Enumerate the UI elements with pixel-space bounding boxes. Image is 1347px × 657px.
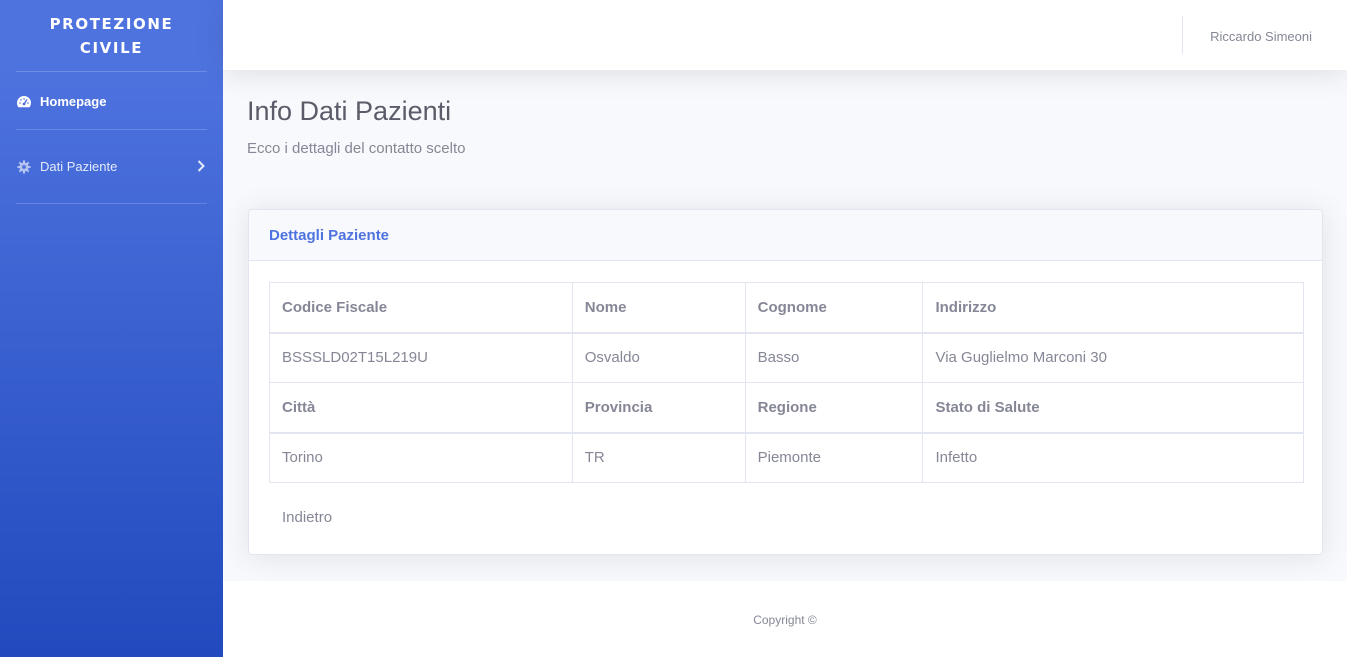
sidebar-item-homepage[interactable]: Homepage: [0, 72, 223, 129]
table-header-cell: Codice Fiscale: [269, 282, 573, 334]
table-header-cell: Nome: [571, 282, 746, 334]
table-cell: Piemonte: [744, 432, 924, 483]
chevron-right-icon: [197, 159, 205, 175]
footer: Copyright ©: [223, 581, 1347, 657]
table-header-row: Città Provincia Regione Stato di Salute: [269, 382, 1304, 434]
table-row: Torino TR Piemonte Infetto: [269, 432, 1304, 483]
gear-icon: [16, 159, 32, 175]
table-cell: Osvaldo: [571, 332, 746, 383]
main-content: Info Dati Pazienti Ecco i dettagli del c…: [223, 70, 1347, 581]
patient-table: Codice Fiscale Nome Cognome Indirizzo BS…: [269, 282, 1304, 483]
brand-line-2: CIVILE: [79, 39, 144, 57]
sidebar-item-label: Homepage: [40, 94, 107, 109]
copyright-text: Copyright ©: [753, 613, 817, 627]
sidebar: PROTEZIONE CIVILE Homepage Dati Paziente: [0, 0, 223, 657]
brand-logo[interactable]: PROTEZIONE CIVILE: [0, 1, 223, 71]
back-link[interactable]: Indietro: [282, 509, 332, 526]
brand-line-1: PROTEZIONE: [49, 15, 174, 33]
patient-details-card: Dettagli Paziente Codice Fiscale Nome Co…: [248, 209, 1323, 555]
table-header-cell: Indirizzo: [922, 282, 1304, 334]
table-cell: Infetto: [922, 432, 1304, 483]
table-cell: Basso: [744, 332, 924, 383]
table-header-cell: Città: [269, 382, 573, 434]
card-header: Dettagli Paziente: [249, 210, 1322, 261]
table-cell: BSSSLD02T15L219U: [269, 332, 573, 383]
table-header-cell: Regione: [744, 382, 924, 434]
table-cell: Via Guglielmo Marconi 30: [922, 332, 1304, 383]
table-header-cell: Stato di Salute: [922, 382, 1304, 434]
sidebar-item-dati-paziente[interactable]: Dati Paziente: [0, 130, 223, 203]
page-subtitle: Ecco i dettagli del contatto scelto: [247, 140, 466, 157]
table-header-cell: Cognome: [744, 282, 924, 334]
topbar: Riccardo Simeoni: [223, 0, 1347, 70]
table-cell: TR: [571, 432, 746, 483]
sidebar-item-label: Dati Paziente: [40, 159, 118, 174]
table-cell: Torino: [269, 432, 573, 483]
topbar-divider: [1182, 16, 1183, 54]
table-row: BSSSLD02T15L219U Osvaldo Basso Via Gugli…: [269, 332, 1304, 383]
table-header-cell: Provincia: [571, 382, 746, 434]
page-title: Info Dati Pazienti: [247, 96, 452, 126]
user-menu[interactable]: Riccardo Simeoni: [1210, 29, 1312, 44]
tachometer-icon: [16, 94, 32, 110]
sidebar-divider: [16, 203, 207, 204]
table-header-row: Codice Fiscale Nome Cognome Indirizzo: [269, 282, 1304, 334]
